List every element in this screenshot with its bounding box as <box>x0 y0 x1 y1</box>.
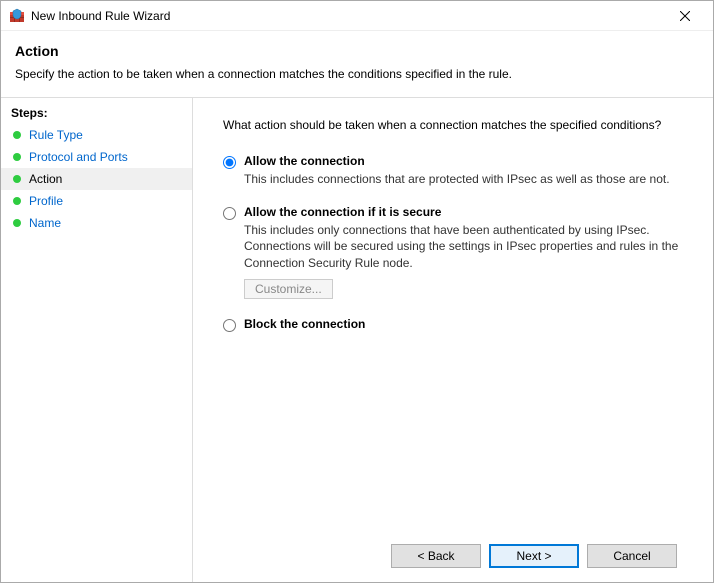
option-block-title: Block the connection <box>244 317 693 331</box>
option-allow-secure-title: Allow the connection if it is secure <box>244 205 693 219</box>
option-body: Block the connection <box>244 317 693 334</box>
step-protocol-ports[interactable]: Protocol and Ports <box>1 146 192 168</box>
option-allow-title: Allow the connection <box>244 154 693 168</box>
step-action[interactable]: Action <box>1 168 192 190</box>
page-heading: Action <box>15 43 699 59</box>
spacer <box>223 352 693 532</box>
wizard-window: New Inbound Rule Wizard Action Specify t… <box>0 0 714 583</box>
close-button[interactable] <box>665 2 705 30</box>
option-allow[interactable]: Allow the connection This includes conne… <box>223 154 693 187</box>
step-label: Profile <box>29 194 63 208</box>
bullet-icon <box>13 153 21 161</box>
option-allow-secure[interactable]: Allow the connection if it is secure Thi… <box>223 205 693 299</box>
firewall-icon <box>9 8 25 24</box>
back-button[interactable]: < Back <box>391 544 481 568</box>
bullet-icon <box>13 175 21 183</box>
radio-block[interactable] <box>223 319 236 332</box>
customize-button: Customize... <box>244 279 333 299</box>
step-label: Rule Type <box>29 128 83 142</box>
wizard-footer: < Back Next > Cancel <box>223 532 693 582</box>
titlebar: New Inbound Rule Wizard <box>1 1 713 31</box>
radio-allow-secure[interactable] <box>223 207 236 220</box>
option-block[interactable]: Block the connection <box>223 317 693 334</box>
bullet-icon <box>13 131 21 139</box>
option-body: Allow the connection This includes conne… <box>244 154 693 187</box>
step-profile[interactable]: Profile <box>1 190 192 212</box>
step-name[interactable]: Name <box>1 212 192 234</box>
option-allow-secure-desc: This includes only connections that have… <box>244 222 693 271</box>
content-prompt: What action should be taken when a conne… <box>223 118 693 132</box>
steps-heading: Steps: <box>1 104 192 124</box>
step-label: Name <box>29 216 61 230</box>
step-label: Protocol and Ports <box>29 150 128 164</box>
wizard-body: Steps: Rule Type Protocol and Ports Acti… <box>1 97 713 582</box>
steps-sidebar: Steps: Rule Type Protocol and Ports Acti… <box>1 98 193 582</box>
step-label: Action <box>29 172 62 186</box>
next-button[interactable]: Next > <box>489 544 579 568</box>
option-allow-desc: This includes connections that are prote… <box>244 171 693 187</box>
page-description: Specify the action to be taken when a co… <box>15 67 699 81</box>
cancel-button[interactable]: Cancel <box>587 544 677 568</box>
step-rule-type[interactable]: Rule Type <box>1 124 192 146</box>
radio-allow[interactable] <box>223 156 236 169</box>
wizard-header: Action Specify the action to be taken wh… <box>1 31 713 97</box>
content-pane: What action should be taken when a conne… <box>193 98 713 582</box>
bullet-icon <box>13 219 21 227</box>
option-body: Allow the connection if it is secure Thi… <box>244 205 693 299</box>
bullet-icon <box>13 197 21 205</box>
window-title: New Inbound Rule Wizard <box>31 9 665 23</box>
